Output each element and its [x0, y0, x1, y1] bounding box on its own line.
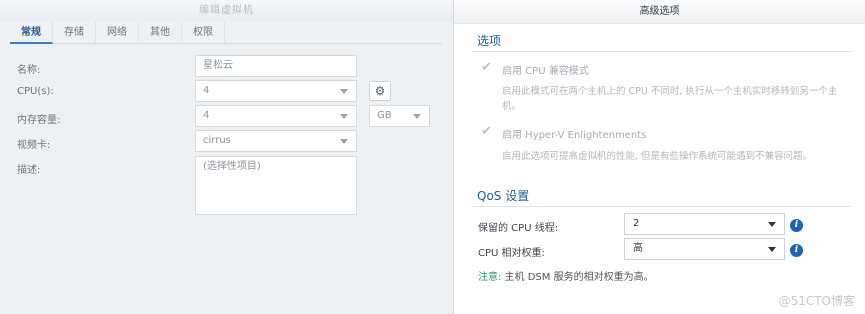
name-label: 名称:	[17, 65, 41, 76]
chevron-down-icon	[413, 114, 421, 119]
checkmark-icon: ✔	[481, 60, 492, 75]
description-textarea[interactable]: (选择性项目)	[195, 156, 357, 215]
cpu-settings-button[interactable]: ⚙	[369, 81, 391, 101]
qos-section-title: QoS 设置	[477, 189, 530, 203]
info-icon[interactable]: i	[790, 244, 803, 257]
chevron-down-icon	[340, 139, 348, 144]
description-label: 描述:	[17, 165, 41, 176]
hyperv-label: 启用 Hyper-V Enlightenments	[502, 130, 647, 141]
tab-storage[interactable]: 存储	[53, 22, 96, 44]
hyperv-description: 启用此选项可提高虚拟机的性能, 但是有些操作系统可能遇到不兼容问题。	[502, 151, 813, 162]
checkmark-icon: ✔	[481, 124, 492, 139]
video-card-value: cirrus	[203, 135, 231, 146]
video-card-select[interactable]: cirrus	[195, 130, 357, 152]
chevron-down-icon	[768, 222, 776, 227]
weight-note: 注意: 主机 DSM 服务的相对权重为高。	[478, 268, 654, 283]
info-icon[interactable]: i	[790, 219, 803, 232]
chevron-down-icon	[340, 114, 348, 119]
note-text: 主机 DSM 服务的相对权重为高。	[501, 272, 654, 283]
tab-other[interactable]: 其他	[139, 22, 182, 44]
reserved-cpu-select[interactable]: 2	[624, 213, 785, 235]
name-input[interactable]: 星松云	[195, 55, 357, 77]
memory-select-value: 4	[203, 110, 210, 121]
reserved-cpu-label: 保留的 CPU 线程:	[478, 223, 559, 234]
gear-icon: ⚙	[374, 84, 386, 98]
dialog-title: 编辑虚拟机	[0, 0, 453, 21]
tab-network[interactable]: 网络	[96, 22, 139, 44]
panel-title: 高级选项	[454, 0, 865, 24]
tab-bar: 常规 存储 网络 其他 权限	[10, 22, 442, 44]
note-prefix: 注意:	[478, 272, 502, 283]
reserved-cpu-value: 2	[633, 218, 640, 229]
cpu-select-value: 4	[203, 85, 210, 96]
tab-general[interactable]: 常规	[10, 22, 53, 44]
memory-label: 内存容量:	[17, 115, 61, 126]
cpu-weight-value: 高	[633, 243, 643, 254]
cpu-compat-description: 启用此模式可在两个主机上的 CPU 不同时, 执行从一个主机实时移转到另一个主机…	[502, 86, 838, 112]
cpu-weight-label: CPU 相对权重:	[478, 248, 545, 259]
section-divider	[472, 51, 851, 52]
watermark: @51CTO博客	[778, 294, 855, 308]
edit-vm-dialog: 编辑虚拟机 常规 存储 网络 其他 权限 名称: 星松云 CPU(s): 4 ⚙…	[0, 0, 453, 314]
hyperv-checkbox[interactable]: ✔	[481, 125, 494, 138]
memory-unit-select[interactable]: GB	[369, 105, 430, 127]
section-divider	[472, 206, 851, 207]
tab-permissions[interactable]: 权限	[182, 22, 225, 44]
chevron-down-icon	[768, 247, 776, 252]
advanced-options-panel: 高级选项 选项 ✔ 启用 CPU 兼容模式 启用此模式可在两个主机上的 CPU …	[453, 0, 865, 314]
memory-select[interactable]: 4	[195, 105, 357, 127]
cpu-compat-label: 启用 CPU 兼容模式	[502, 66, 589, 77]
cpu-select[interactable]: 4	[195, 80, 357, 102]
cpu-label: CPU(s):	[17, 86, 54, 97]
chevron-down-icon	[340, 89, 348, 94]
memory-unit-value: GB	[377, 110, 392, 121]
cpu-compat-checkbox[interactable]: ✔	[481, 61, 494, 74]
cpu-weight-select[interactable]: 高	[624, 238, 785, 260]
video-card-label: 视频卡:	[17, 140, 51, 151]
options-section-title: 选项	[477, 34, 502, 48]
